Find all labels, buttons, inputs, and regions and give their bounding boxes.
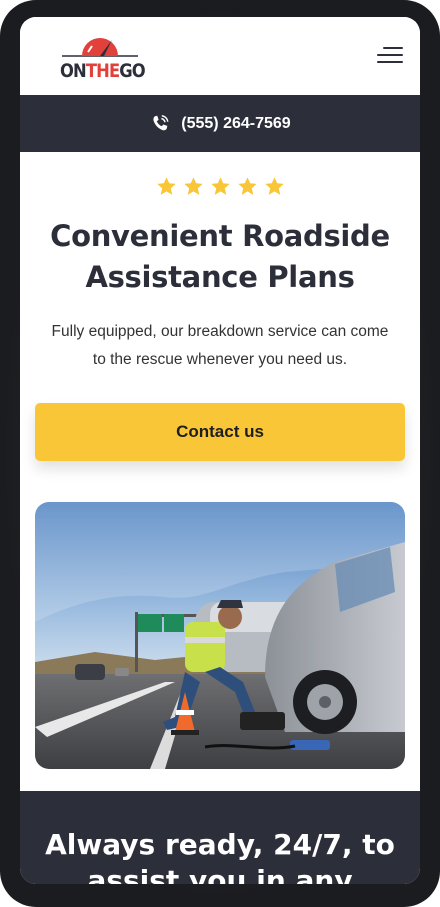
hamburger-menu-button[interactable] <box>375 45 403 67</box>
site-header: ONTHEGO <box>20 17 420 95</box>
hamburger-icon-line <box>377 54 403 56</box>
star-icon <box>237 177 257 195</box>
hero-title: Convenient Roadside Assistance Plans <box>50 219 390 294</box>
star-icon <box>210 177 230 195</box>
star-icon <box>156 177 176 195</box>
phone-screen: ONTHEGO (555) 264-7569 Convenient Roadsi… <box>20 17 420 884</box>
rating-stars <box>35 176 405 198</box>
logo-wordmark: ONTHEGO <box>60 60 146 82</box>
device-frame: ONTHEGO (555) 264-7569 Convenient Roadsi… <box>0 0 440 907</box>
star-icon <box>264 177 284 195</box>
hamburger-icon-line <box>377 61 403 63</box>
phone-ringing-icon <box>153 114 169 130</box>
hamburger-icon-line <box>383 47 403 49</box>
brand-logo[interactable]: ONTHEGO <box>60 34 146 84</box>
availability-title: Always ready, 24/7, to assist you in any <box>45 828 395 884</box>
contact-us-button[interactable]: Contact us <box>35 403 405 461</box>
roadside-assistance-photo <box>35 502 405 769</box>
phone-number: (555) 264-7569 <box>181 114 291 132</box>
star-icon <box>183 177 203 195</box>
hero-subtitle: Fully equipped, our breakdown service ca… <box>51 323 389 368</box>
hero-section: Convenient Roadside Assistance Plans Ful… <box>20 152 420 769</box>
phone-call-bar[interactable]: (555) 264-7569 <box>20 95 420 152</box>
availability-section: Always ready, 24/7, to assist you in any <box>20 791 420 884</box>
logo-speedometer-icon <box>62 38 138 57</box>
